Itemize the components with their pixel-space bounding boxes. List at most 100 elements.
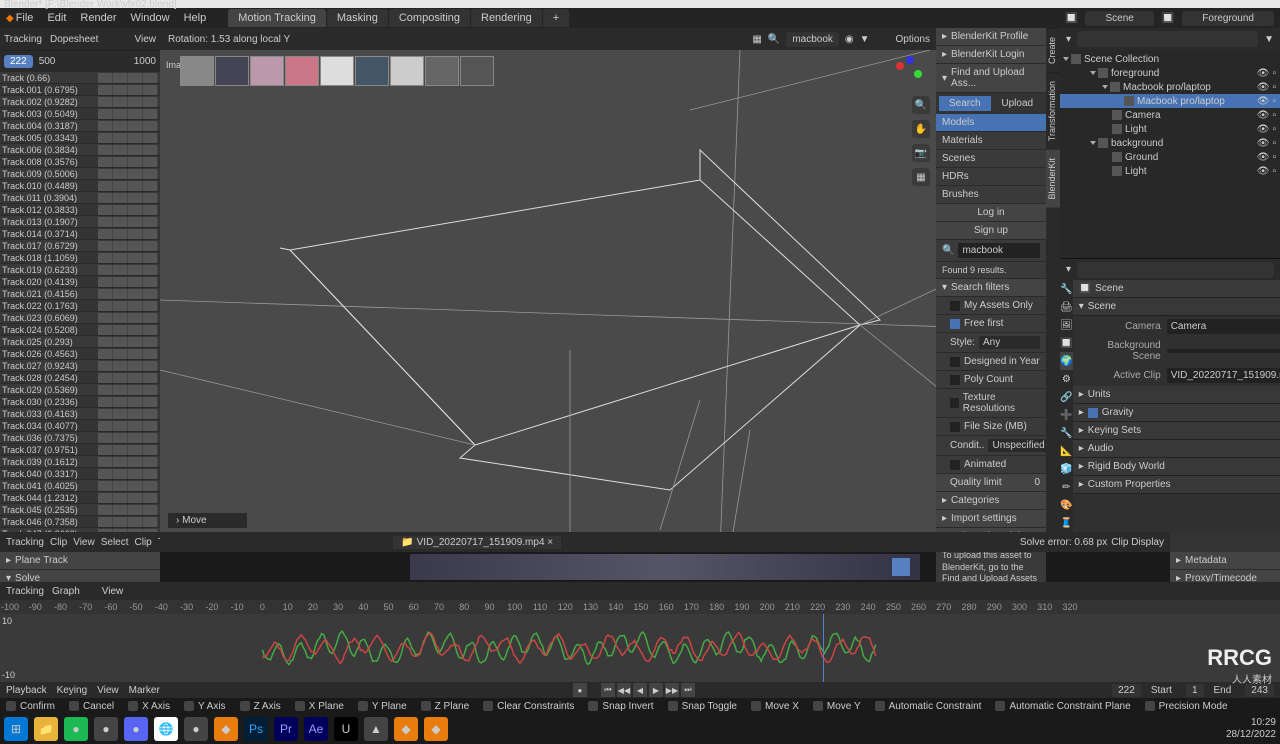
- track-row[interactable]: Track.012 (0.3833): [0, 204, 160, 216]
- tracking-mode[interactable]: Tracking: [4, 34, 42, 45]
- outliner-tree[interactable]: Scene Collection foreground👁▫Macbook pro…: [1060, 50, 1280, 180]
- tab-compositing[interactable]: Compositing: [389, 9, 470, 27]
- track-row[interactable]: Track.021 (0.4156): [0, 288, 160, 300]
- frame-start[interactable]: 1: [1186, 684, 1204, 697]
- track-row[interactable]: Track.020 (0.4139): [0, 276, 160, 288]
- keying-section[interactable]: Keying Sets: [1088, 425, 1141, 436]
- track-row[interactable]: Track.034 (0.4077): [0, 420, 160, 432]
- audio-section[interactable]: Audio: [1088, 443, 1114, 454]
- props-search[interactable]: [1077, 262, 1274, 278]
- options-dropdown[interactable]: Options: [896, 34, 930, 45]
- graph-body[interactable]: 10 -10 222: [0, 614, 1280, 682]
- bkit-search-field[interactable]: macbook: [958, 243, 1040, 258]
- track-row[interactable]: Track.001 (0.6795): [0, 84, 160, 96]
- tab-rendering[interactable]: Rendering: [471, 9, 542, 27]
- props-tab[interactable]: ✏: [1060, 478, 1073, 496]
- bgscene-field[interactable]: [1167, 349, 1280, 353]
- tree-row[interactable]: Ground👁▫: [1060, 150, 1280, 164]
- track-row[interactable]: Track.046 (0.7358): [0, 516, 160, 528]
- tab-add[interactable]: +: [543, 9, 569, 27]
- bkit-profile[interactable]: ▸ BlenderKit Profile: [936, 28, 1046, 46]
- track-row[interactable]: Track.026 (0.4563): [0, 348, 160, 360]
- track-row[interactable]: Track.036 (0.7375): [0, 432, 160, 444]
- clip-display-dropdown[interactable]: Clip Display: [1111, 537, 1164, 548]
- bkit-signup-btn[interactable]: Sign up: [936, 222, 1046, 240]
- app2-icon[interactable]: ●: [184, 717, 208, 741]
- playback-menu[interactable]: Playback: [6, 685, 47, 696]
- tree-row[interactable]: Light👁▫: [1060, 164, 1280, 178]
- asset-thumb[interactable]: [320, 56, 354, 86]
- import-settings-section[interactable]: ▸ Import settings: [936, 510, 1046, 528]
- bkit-login-section[interactable]: ▸ BlenderKit Login: [936, 46, 1046, 64]
- customprops-section[interactable]: Custom Properties: [1088, 479, 1171, 490]
- activeclip-field[interactable]: VID_20220717_151909.mp4: [1167, 368, 1280, 383]
- track-row[interactable]: Track.002 (0.9282): [0, 96, 160, 108]
- track-row[interactable]: Track.025 (0.293): [0, 336, 160, 348]
- props-editor-icon[interactable]: ▾: [1066, 264, 1071, 275]
- aftereffects-icon[interactable]: Ae: [304, 717, 328, 741]
- checkbox-myassets[interactable]: [950, 301, 960, 311]
- blender3-icon[interactable]: ◆: [424, 717, 448, 741]
- clip-tracking-mode[interactable]: Tracking: [6, 537, 44, 548]
- bkit-type-hdrs[interactable]: HDRs: [936, 168, 1046, 186]
- play-rev-icon[interactable]: ◀: [633, 683, 647, 697]
- asset-thumb[interactable]: [425, 56, 459, 86]
- track-row[interactable]: Track.037 (0.9751): [0, 444, 160, 456]
- asset-thumb[interactable]: [285, 56, 319, 86]
- zoom-icon[interactable]: 🔍: [912, 96, 930, 114]
- filter-icon[interactable]: ▼: [1264, 34, 1274, 45]
- props-tab[interactable]: 🔲: [1060, 334, 1073, 352]
- tree-row[interactable]: Macbook pro/laptop👁▫: [1060, 94, 1280, 108]
- graph-view[interactable]: View: [102, 586, 124, 597]
- jump-prev-icon[interactable]: ◀◀: [617, 683, 631, 697]
- track-row[interactable]: Track.014 (0.3714): [0, 228, 160, 240]
- chrome-icon[interactable]: 🌐: [154, 717, 178, 741]
- overlay-icon[interactable]: ▼: [860, 34, 870, 45]
- track-row[interactable]: Track.041 (0.4025): [0, 480, 160, 492]
- props-tab[interactable]: 🌍: [1060, 352, 1073, 370]
- bkit-login-btn[interactable]: Log in: [936, 204, 1046, 222]
- checkbox-polycount[interactable]: [950, 375, 960, 385]
- clip-view[interactable]: View: [73, 537, 95, 548]
- 3d-viewport[interactable]: Image 🔍 ✋ 📷 ▦ › Move: [160, 50, 936, 532]
- track-row[interactable]: Track.028 (0.2454): [0, 372, 160, 384]
- units-section[interactable]: Units: [1088, 389, 1111, 400]
- viewlayer-select[interactable]: Foreground: [1182, 11, 1274, 26]
- quality-limit[interactable]: Quality limit: [950, 477, 1002, 488]
- checkbox-animated[interactable]: [950, 460, 960, 470]
- unreal-icon[interactable]: U: [334, 717, 358, 741]
- graph-tracking-mode[interactable]: Tracking: [6, 586, 44, 597]
- jump-start-icon[interactable]: ⏮: [601, 683, 615, 697]
- graph-mode[interactable]: Graph: [52, 586, 80, 597]
- asset-thumb[interactable]: [390, 56, 424, 86]
- outliner-search[interactable]: [1077, 31, 1258, 47]
- bkit-find[interactable]: ▾ Find and Upload Ass...: [936, 64, 1046, 93]
- track-row[interactable]: Track.018 (1.1059): [0, 252, 160, 264]
- search-filters[interactable]: ▾ Search filters: [936, 279, 1046, 297]
- props-tab[interactable]: 🔧: [1060, 280, 1073, 298]
- track-row[interactable]: Track.033 (0.4163): [0, 408, 160, 420]
- track-row[interactable]: Track.009 (0.5006): [0, 168, 160, 180]
- track-row[interactable]: Track.044 (1.2312): [0, 492, 160, 504]
- jump-next-icon[interactable]: ▶▶: [665, 683, 679, 697]
- tracks-list[interactable]: Track (0.66)Track.001 (0.6795)Track.002 …: [0, 72, 160, 532]
- track-row[interactable]: Track.022 (0.1763): [0, 300, 160, 312]
- menu-file[interactable]: File: [16, 12, 34, 24]
- props-tab[interactable]: ⚙: [1060, 370, 1073, 388]
- props-tab[interactable]: 🖨: [1060, 298, 1073, 316]
- checkbox-texres[interactable]: [950, 398, 959, 408]
- track-row[interactable]: Track.039 (0.1612): [0, 456, 160, 468]
- props-tab[interactable]: 🧊: [1060, 460, 1073, 478]
- menu-render[interactable]: Render: [80, 12, 116, 24]
- props-tab[interactable]: 🧵: [1060, 514, 1073, 532]
- clip-clip2[interactable]: Clip: [135, 537, 152, 548]
- shading-icon[interactable]: ◉: [845, 34, 854, 45]
- bkit-search-tab[interactable]: Search: [939, 96, 991, 111]
- track-row[interactable]: Track.017 (0.6729): [0, 240, 160, 252]
- track-row[interactable]: Track.019 (0.6233): [0, 264, 160, 276]
- tab-create[interactable]: Create: [1046, 28, 1060, 72]
- track-row[interactable]: Track.023 (0.6069): [0, 312, 160, 324]
- track-row[interactable]: Track.003 (0.5049): [0, 108, 160, 120]
- tree-row[interactable]: Camera👁▫: [1060, 108, 1280, 122]
- app1-icon[interactable]: ●: [94, 717, 118, 741]
